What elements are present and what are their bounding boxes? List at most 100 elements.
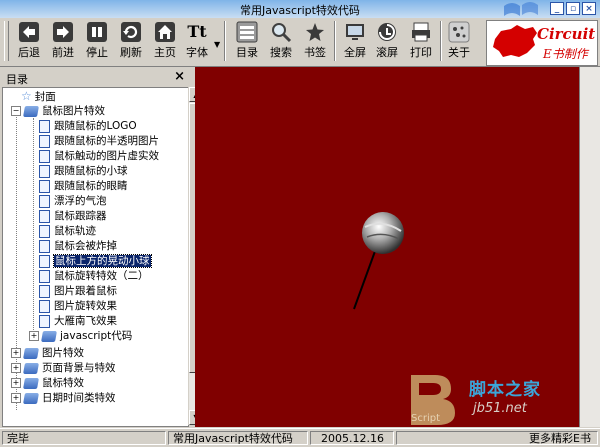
watermark-title: 脚本之家	[469, 380, 541, 400]
font-icon: Tt	[187, 22, 207, 41]
expand-toggle-icon[interactable]: +	[11, 393, 21, 403]
shaking-ball	[362, 212, 404, 254]
document-icon	[39, 119, 50, 133]
tree-item-category[interactable]: + 鼠标特效	[11, 376, 84, 391]
window-title: 常用Javascript特效代码	[240, 4, 360, 17]
tree-item-page[interactable]: 鼠标旋转特效（二）	[39, 269, 149, 284]
back-button[interactable]: 后退	[12, 20, 46, 64]
tree-item-category[interactable]: − 鼠标图片特效	[11, 104, 105, 119]
document-icon	[39, 284, 50, 298]
refresh-icon	[121, 22, 141, 42]
maximize-button[interactable]: ▫	[566, 2, 580, 15]
sidebar-close-icon[interactable]: ×	[174, 69, 185, 84]
font-label: 字体	[186, 46, 208, 59]
font-dropdown-arrow-icon[interactable]: ▼	[214, 40, 220, 49]
document-icon	[39, 314, 50, 328]
document-icon	[39, 179, 50, 193]
tree-item-page[interactable]: 跟随鼠标的眼睛	[39, 179, 128, 194]
tree-item-page[interactable]: 图片旋转效果	[39, 299, 117, 314]
status-book-title: 常用Javascript特效代码	[168, 431, 308, 445]
status-date: 2005.12.16	[310, 431, 394, 445]
book-icon	[41, 330, 57, 342]
tree-item-cover[interactable]: ☆ 封面	[21, 89, 56, 104]
tree-item-category[interactable]: + 日期时间类特效	[11, 391, 116, 406]
book-icon	[23, 347, 39, 359]
autoscroll-button[interactable]: 滚屏	[370, 20, 404, 64]
document-icon	[39, 254, 50, 268]
stop-button[interactable]: 停止	[80, 20, 114, 64]
refresh-label: 刷新	[120, 46, 142, 59]
fullscreen-button[interactable]: 全屏	[338, 20, 372, 64]
content-pane[interactable]: Script 脚本之家 jb51.net	[195, 67, 600, 427]
tree-item-page[interactable]: 大雁南飞效果	[39, 314, 117, 329]
print-button[interactable]: 打印	[404, 20, 438, 64]
expand-toggle-icon[interactable]: +	[11, 363, 21, 373]
watermark-script-label: Script	[411, 413, 441, 424]
search-icon	[272, 23, 292, 43]
toolbar-grip[interactable]	[4, 21, 9, 61]
tree-item-page[interactable]: 漂浮的气泡	[39, 194, 107, 209]
document-icon	[39, 149, 50, 163]
refresh-button[interactable]: 刷新	[114, 20, 148, 64]
tree-item-page[interactable]: 图片跟着鼠标	[39, 284, 117, 299]
close-button[interactable]: ×	[582, 2, 596, 15]
tree-item-page[interactable]: 鼠标跟踪器	[39, 209, 107, 224]
about-label: 关于	[448, 46, 470, 59]
document-icon	[39, 239, 50, 253]
document-icon	[39, 269, 50, 283]
minimize-button[interactable]: _	[550, 2, 564, 15]
tree-item-subcategory[interactable]: + javascript代码	[29, 329, 132, 344]
home-label: 主页	[154, 46, 176, 59]
about-button[interactable]: 关于	[442, 20, 476, 64]
bookmark-icon	[306, 23, 324, 41]
sidebar-header: 目录 ×	[2, 69, 191, 86]
brand-line1: Circuit	[537, 25, 596, 43]
document-icon	[39, 164, 50, 178]
autoscroll-label: 滚屏	[376, 46, 398, 59]
font-button[interactable]: Tt 字体	[180, 20, 214, 64]
home-button[interactable]: 主页	[148, 20, 182, 64]
document-icon	[39, 134, 50, 148]
expand-toggle-icon[interactable]: +	[29, 331, 39, 341]
toolbar-separator	[334, 21, 336, 61]
tree-item-page[interactable]: 鼠标轨迹	[39, 224, 96, 239]
content-right-margin	[579, 67, 600, 427]
print-label: 打印	[410, 46, 432, 59]
back-arrow-icon	[19, 22, 39, 42]
home-icon	[155, 22, 175, 42]
tree-item-page[interactable]: 跟随鼠标的半透明图片	[39, 134, 159, 149]
search-button[interactable]: 搜索	[264, 20, 298, 64]
expand-toggle-icon[interactable]: +	[11, 378, 21, 388]
open-book-icon	[23, 105, 39, 117]
book-icon	[23, 377, 39, 389]
brand-logo: Circuit E书制作	[486, 20, 598, 66]
search-label: 搜索	[270, 46, 292, 59]
toc-button[interactable]: 目录	[230, 20, 264, 64]
tree-item-page[interactable]: 跟随鼠标的小球	[39, 164, 128, 179]
forward-button[interactable]: 前进	[46, 20, 80, 64]
watermark: Script 脚本之家 jb51.net	[405, 367, 575, 427]
title-bar: 常用Javascript特效代码 _ ▫ ×	[0, 0, 600, 18]
document-icon	[39, 224, 50, 238]
expand-toggle-icon[interactable]: +	[11, 348, 21, 358]
tree-item-category[interactable]: + 页面背景与特效	[11, 361, 116, 376]
toc-tree[interactable]: ☆ 封面 − 鼠标图片特效 跟随鼠标的LOGO 跟随鼠标的半透明图片 鼠标触动的图片…	[2, 87, 189, 427]
tree-item-category[interactable]: + 图片特效	[11, 346, 84, 361]
tree-item-page[interactable]: 鼠标会被炸掉	[39, 239, 117, 254]
bookmark-label: 书签	[304, 46, 326, 59]
bookmark-button[interactable]: 书签	[298, 20, 332, 64]
toc-label: 目录	[236, 46, 258, 59]
stop-icon	[87, 22, 107, 42]
document-icon	[39, 209, 50, 223]
tree-line	[33, 118, 34, 336]
stop-label: 停止	[86, 46, 108, 59]
tree-item-page-selected[interactable]: 鼠标上方的晃动小球	[39, 254, 152, 269]
status-bar: 完毕 常用Javascript特效代码 2005.12.16 更多精彩E书	[0, 428, 600, 447]
forward-label: 前进	[52, 46, 74, 59]
tree-item-page[interactable]: 跟随鼠标的LOGO	[39, 119, 137, 134]
collapse-toggle-icon[interactable]: −	[11, 106, 21, 116]
tree-item-page[interactable]: 鼠标触动的图片虚实效	[39, 149, 159, 164]
sidebar-title: 目录	[6, 73, 28, 86]
status-more-ebooks[interactable]: 更多精彩E书	[396, 431, 598, 445]
forward-arrow-icon	[53, 22, 73, 42]
